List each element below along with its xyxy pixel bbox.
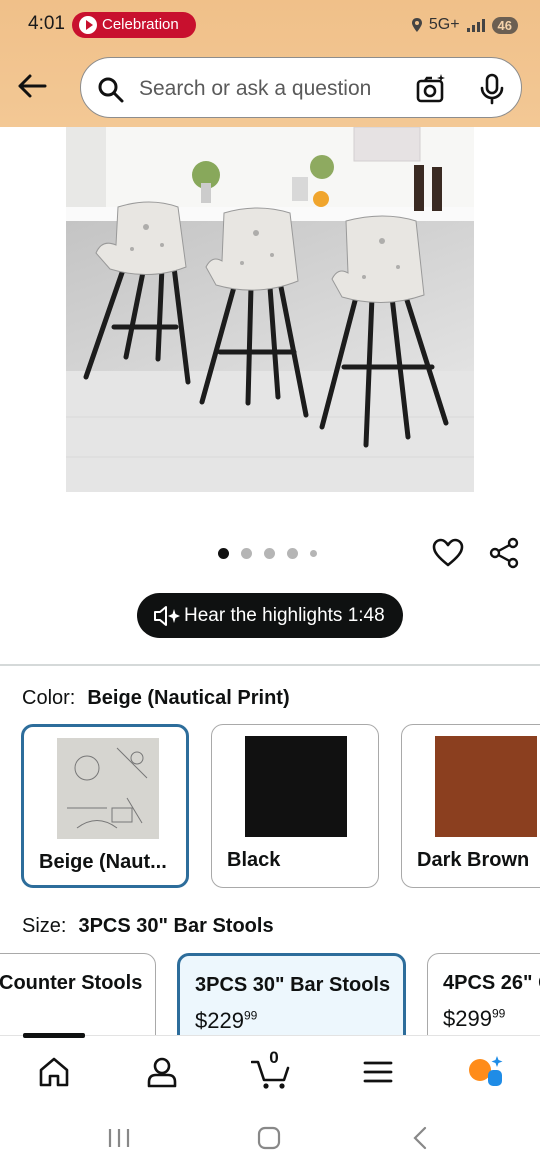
gallery-dot[interactable] [287, 547, 298, 559]
recent-apps-icon[interactable] [106, 1125, 132, 1151]
system-navigation [0, 1105, 540, 1170]
size-option-name: Counter Stools [0, 972, 143, 994]
celebration-pill[interactable]: Celebration [72, 12, 196, 38]
price-whole: $299 [443, 1006, 492, 1031]
size-option-price: $29999 [443, 1006, 505, 1032]
selected-color: Beige (Nautical Print) [87, 687, 290, 709]
back-arrow-icon[interactable] [16, 72, 48, 100]
swatch-image [435, 736, 537, 837]
price-whole: $229 [195, 1008, 244, 1033]
system-icons: 5G+ 46 [411, 14, 518, 36]
status-time: 4:01 [28, 13, 65, 34]
swatch-image [245, 736, 347, 837]
battery-indicator: 46 [491, 16, 518, 34]
network-label: 5G+ [428, 16, 460, 33]
color-option-black[interactable]: Black [211, 724, 379, 888]
swatch-image [57, 738, 159, 839]
home-icon[interactable] [36, 1054, 72, 1090]
gallery-dot[interactable] [264, 547, 275, 559]
cart-count: 0 [269, 1048, 279, 1067]
back-button-icon[interactable] [408, 1125, 434, 1151]
price-cents: 99 [491, 1006, 506, 1021]
gallery-dot[interactable] [241, 547, 252, 559]
share-icon[interactable] [488, 537, 520, 569]
rufus-assistant-icon[interactable] [466, 1054, 506, 1090]
size-option-name: 4PCS 26" C [443, 972, 540, 994]
speaker-sparkle-icon [154, 606, 180, 626]
home-button-icon[interactable] [256, 1125, 282, 1151]
size-label: Size: [22, 915, 67, 937]
color-option-name: Beige (Naut... [39, 851, 167, 873]
color-option-name: Dark Brown [417, 849, 530, 871]
product-image[interactable] [66, 127, 474, 492]
camera-search-icon[interactable] [415, 73, 447, 105]
bottom-navigation: 0 [0, 1033, 540, 1105]
size-option-name: 3PCS 30" Bar Stools [195, 974, 391, 996]
play-icon [79, 16, 97, 34]
active-tab-indicator [23, 1033, 85, 1038]
screen: 4:01 Celebration 5G+ 46 Search or ask a … [0, 0, 540, 1170]
color-option-name: Black [227, 849, 281, 871]
microphone-icon[interactable] [479, 73, 505, 105]
hear-highlights-label: Hear the highlights 1:48 [184, 605, 385, 626]
cart-button[interactable]: 0 [251, 1048, 291, 1090]
size-option-price: $22999 [195, 1008, 257, 1034]
heart-icon[interactable] [432, 537, 464, 569]
color-option-dark-brown[interactable]: Dark Brown [401, 724, 540, 888]
header: 4:01 Celebration 5G+ 46 [0, 0, 540, 127]
signal-icon [466, 19, 485, 32]
account-icon[interactable] [144, 1054, 180, 1090]
section-divider [0, 664, 540, 666]
gallery-dot[interactable] [310, 549, 317, 557]
color-selection-label: Color: Beige (Nautical Print) [22, 687, 290, 710]
gallery-dot[interactable] [218, 547, 229, 559]
search-icon [98, 77, 124, 103]
search-bar[interactable] [80, 57, 522, 118]
color-label: Color: [22, 687, 76, 709]
menu-icon[interactable] [360, 1054, 396, 1090]
search-input[interactable] [139, 75, 399, 103]
color-option-beige[interactable]: Beige (Naut... [21, 724, 189, 888]
size-selection-label: Size: 3PCS 30" Bar Stools [22, 915, 274, 938]
location-icon [411, 18, 422, 32]
hear-highlights-button[interactable]: Hear the highlights 1:48 [137, 593, 403, 638]
selected-size: 3PCS 30" Bar Stools [78, 915, 274, 937]
price-cents: 99 [243, 1008, 258, 1023]
status-bar: 4:01 Celebration 5G+ 46 [0, 0, 540, 50]
gallery-pagination[interactable] [218, 547, 317, 559]
pill-label: Celebration [102, 16, 179, 33]
